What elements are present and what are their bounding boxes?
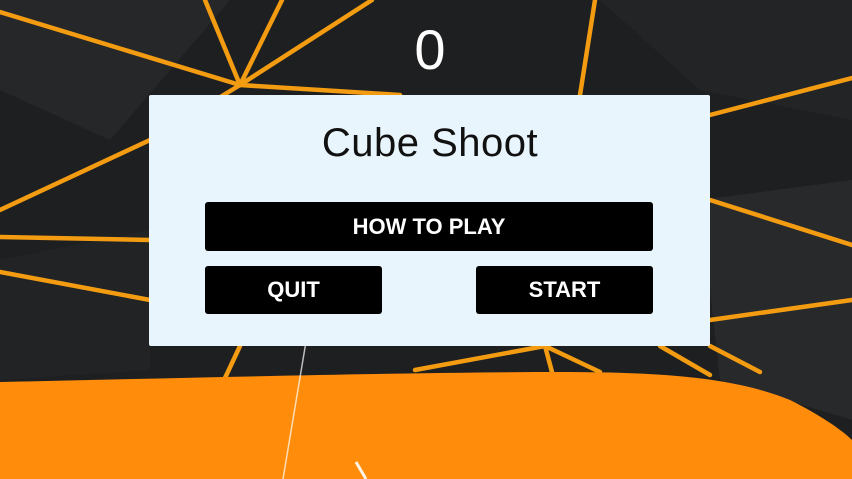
score-display: 0 xyxy=(414,18,446,81)
how-to-play-button[interactable]: HOW TO PLAY xyxy=(205,202,653,251)
game-title: Cube Shoot xyxy=(321,121,539,165)
orange-floor xyxy=(0,372,852,479)
start-button[interactable]: START xyxy=(476,266,653,314)
quit-button[interactable]: QUIT xyxy=(205,266,382,314)
